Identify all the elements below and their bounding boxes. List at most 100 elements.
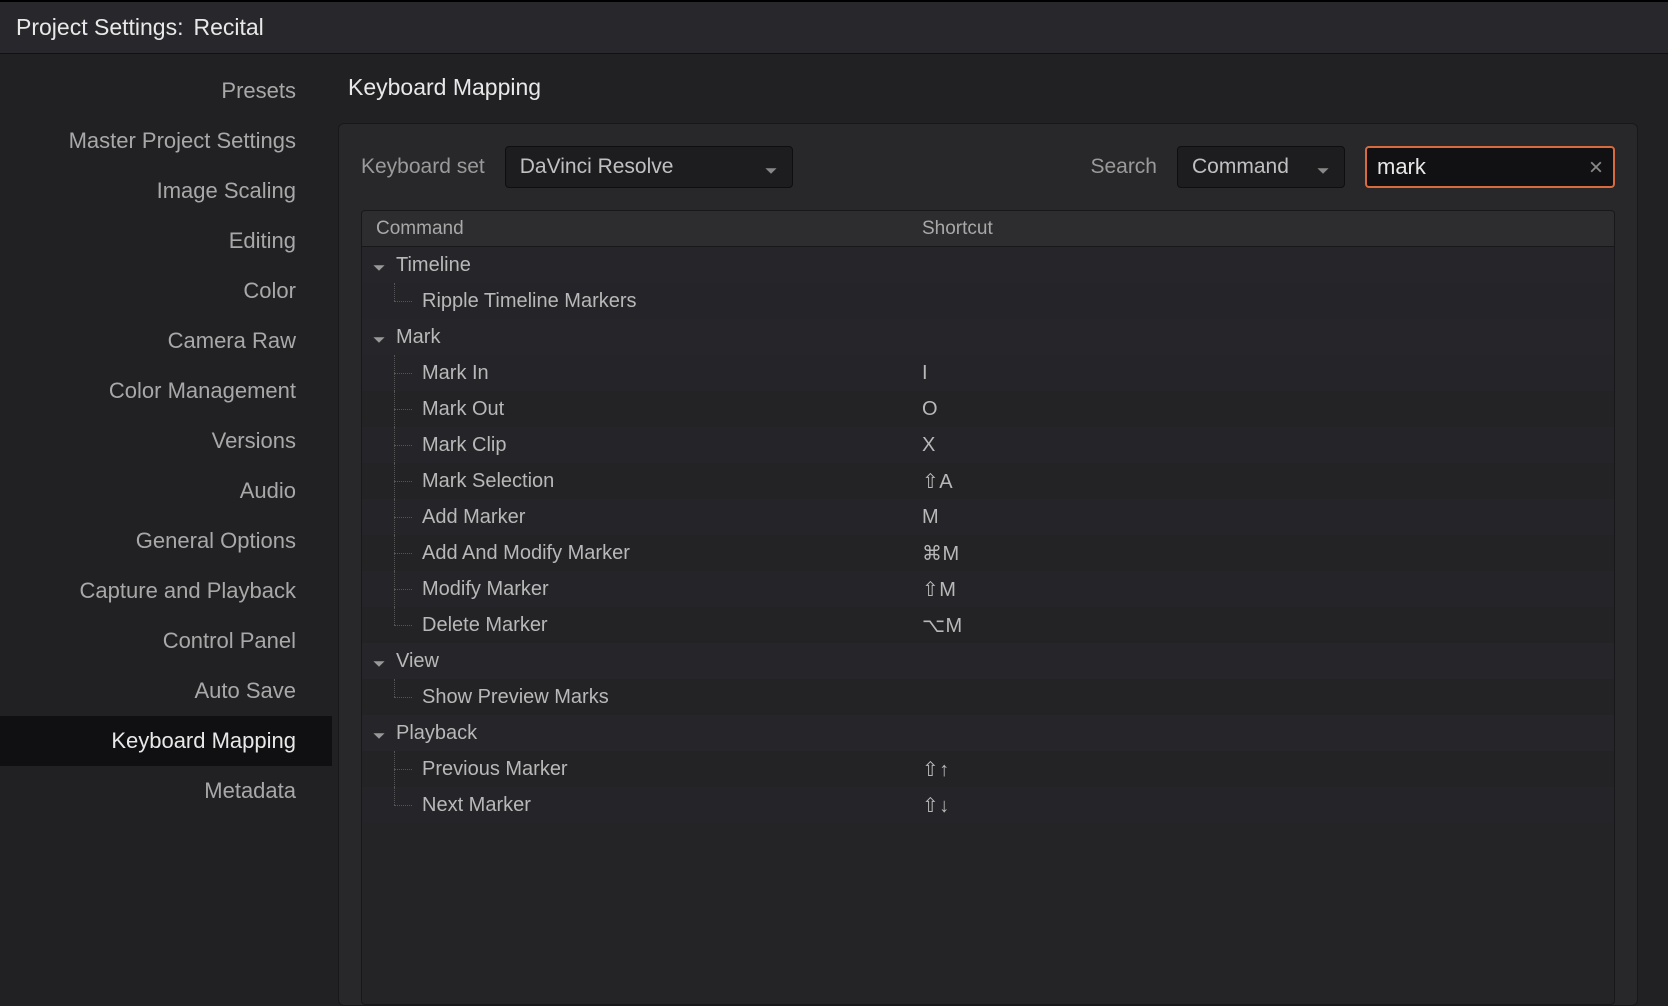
settings-sidebar: Presets Master Project Settings Image Scal… (0, 54, 332, 1006)
sidebar-item-control-panel[interactable]: Control Panel (0, 616, 332, 666)
tree-guide (362, 571, 420, 607)
search-mode-value: Command (1192, 155, 1289, 179)
sidebar-item-label: Control Panel (163, 628, 296, 654)
sidebar-item-label: Audio (240, 478, 296, 504)
command-row[interactable]: Add And Modify Marker⌘M (362, 535, 1614, 571)
keyboard-set-label: Keyboard set (361, 155, 485, 179)
table-body[interactable]: Timeline Ripple Timeline Markers Mark Mark … (362, 247, 1614, 1004)
command-name: Previous Marker (420, 758, 918, 781)
command-row[interactable]: Ripple Timeline Markers (362, 283, 1614, 319)
command-row[interactable]: Add MarkerM (362, 499, 1614, 535)
command-row[interactable]: Mark Selection⇧A (362, 463, 1614, 499)
sidebar-item-label: Color (243, 278, 296, 304)
sidebar-item-camera-raw[interactable]: Camera Raw (0, 316, 332, 366)
window-project-name: Recital (193, 14, 263, 41)
sidebar-item-label: Metadata (204, 778, 296, 804)
command-name: Mark Selection (420, 470, 918, 493)
sidebar-item-label: Presets (221, 78, 296, 104)
tree-guide (362, 607, 420, 643)
command-shortcut: ⇧A (918, 469, 1614, 494)
command-shortcut: O (918, 398, 1614, 421)
tree-guide (362, 787, 420, 823)
search-input[interactable] (1365, 146, 1615, 188)
table-header: Command Shortcut (362, 211, 1614, 247)
sidebar-item-editing[interactable]: Editing (0, 216, 332, 266)
sidebar-item-auto-save[interactable]: Auto Save (0, 666, 332, 716)
header-command[interactable]: Command (362, 218, 918, 240)
chevron-down-icon (764, 160, 778, 174)
sidebar-item-color[interactable]: Color (0, 266, 332, 316)
sidebar-item-capture-and-playback[interactable]: Capture and Playback (0, 566, 332, 616)
clear-search-icon[interactable] (1587, 158, 1605, 176)
command-row[interactable]: Mark ClipX (362, 427, 1614, 463)
keyboard-mapping-panel: Keyboard set DaVinci Resolve Search Comm… (338, 123, 1638, 1006)
sidebar-item-audio[interactable]: Audio (0, 466, 332, 516)
sidebar-item-label: Editing (229, 228, 296, 254)
command-shortcut: ⇧M (918, 577, 1614, 602)
command-name: Mark In (420, 362, 918, 385)
command-name: Show Preview Marks (420, 686, 918, 709)
sidebar-item-label: Auto Save (194, 678, 296, 704)
command-row[interactable]: Mark InI (362, 355, 1614, 391)
sidebar-item-label: Master Project Settings (69, 128, 296, 154)
tree-guide (362, 427, 420, 463)
sidebar-item-label: General Options (136, 528, 296, 554)
sidebar-item-color-management[interactable]: Color Management (0, 366, 332, 416)
group-row-timeline[interactable]: Timeline (362, 247, 1614, 283)
search-mode-select[interactable]: Command (1177, 146, 1345, 188)
tree-guide (362, 751, 420, 787)
chevron-down-icon (372, 726, 386, 740)
chevron-down-icon (372, 330, 386, 344)
command-row[interactable]: Delete Marker⌥M (362, 607, 1614, 643)
tree-guide (362, 355, 420, 391)
command-row[interactable]: Modify Marker⇧M (362, 571, 1614, 607)
command-name: Mark Out (420, 398, 918, 421)
sidebar-item-versions[interactable]: Versions (0, 416, 332, 466)
sidebar-item-general-options[interactable]: General Options (0, 516, 332, 566)
group-label: Mark (396, 326, 440, 349)
group-row-view[interactable]: View (362, 643, 1614, 679)
command-shortcut: M (918, 506, 1614, 529)
header-shortcut[interactable]: Shortcut (918, 218, 1614, 240)
keyboard-set-select[interactable]: DaVinci Resolve (505, 146, 793, 188)
group-row-playback[interactable]: Playback (362, 715, 1614, 751)
command-name: Next Marker (420, 794, 918, 817)
sidebar-item-metadata[interactable]: Metadata (0, 766, 332, 816)
command-name: Delete Marker (420, 614, 918, 637)
group-row-mark[interactable]: Mark (362, 319, 1614, 355)
tree-guide (362, 283, 420, 319)
command-row[interactable]: Show Preview Marks (362, 679, 1614, 715)
chevron-down-icon (372, 654, 386, 668)
sidebar-item-label: Color Management (109, 378, 296, 404)
command-shortcut: ⇧↓ (918, 793, 1614, 818)
group-label: View (396, 650, 439, 673)
chevron-down-icon (1316, 160, 1330, 174)
keyboard-set-value: DaVinci Resolve (520, 155, 674, 179)
sidebar-item-label: Camera Raw (168, 328, 296, 354)
command-shortcut: I (918, 362, 1614, 385)
command-name: Ripple Timeline Markers (420, 290, 918, 313)
sidebar-item-image-scaling[interactable]: Image Scaling (0, 166, 332, 216)
command-row[interactable]: Mark OutO (362, 391, 1614, 427)
command-row[interactable]: Next Marker⇧↓ (362, 787, 1614, 823)
command-shortcut: ⇧↑ (918, 757, 1614, 782)
sidebar-item-presets[interactable]: Presets (0, 66, 332, 116)
chevron-down-icon (372, 258, 386, 272)
tree-guide (362, 679, 420, 715)
command-name: Add Marker (420, 506, 918, 529)
command-row[interactable]: Previous Marker⇧↑ (362, 751, 1614, 787)
tree-guide (362, 535, 420, 571)
search-label: Search (1090, 155, 1157, 179)
tree-guide (362, 391, 420, 427)
sidebar-item-label: Keyboard Mapping (111, 728, 296, 754)
command-name: Modify Marker (420, 578, 918, 601)
command-shortcut: X (918, 434, 1614, 457)
tree-guide (362, 499, 420, 535)
sidebar-item-master-project-settings[interactable]: Master Project Settings (0, 116, 332, 166)
sidebar-item-keyboard-mapping[interactable]: Keyboard Mapping (0, 716, 332, 766)
command-name: Mark Clip (420, 434, 918, 457)
shortcut-table: Command Shortcut Timeline Ripple Timeline… (361, 210, 1615, 1005)
sidebar-item-label: Capture and Playback (80, 578, 296, 604)
sidebar-item-label: Versions (212, 428, 296, 454)
command-shortcut: ⌘M (918, 541, 1614, 566)
